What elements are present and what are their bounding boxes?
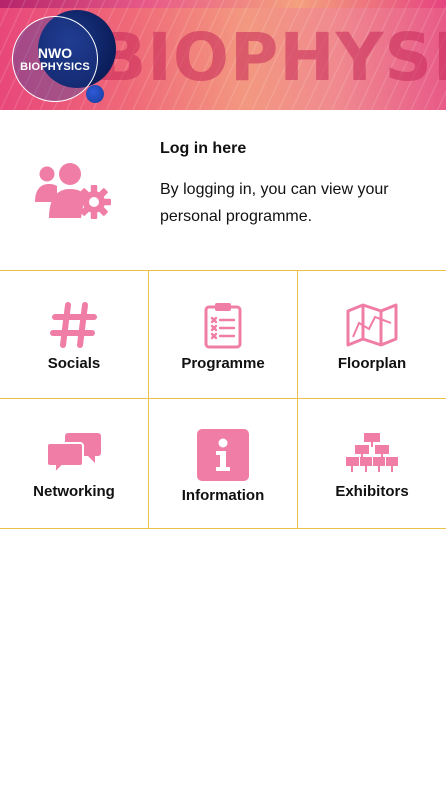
booth-stands-icon	[344, 429, 400, 477]
folded-map-icon	[344, 301, 400, 349]
header-banner: BIOPHYSICS NWO BIOPHYSICS	[0, 0, 446, 110]
tile-label-information: Information	[181, 487, 265, 504]
tile-label-exhibitors: Exhibitors	[335, 483, 409, 500]
login-title: Log in here	[160, 140, 247, 157]
tile-programme[interactable]: Programme	[149, 270, 298, 399]
tile-socials[interactable]: Socials	[0, 270, 149, 399]
logo-text-nwo: NWO	[37, 44, 73, 61]
tile-exhibitors[interactable]: Exhibitors	[298, 399, 446, 529]
tile-label-floorplan: Floorplan	[337, 355, 407, 372]
info-icon	[195, 429, 251, 481]
chat-bubbles-icon	[46, 429, 102, 477]
tile-label-programme: Programme	[181, 355, 265, 372]
logo-text-biophysics: BIOPHYSICS	[20, 60, 90, 73]
login-section[interactable]: Log in here By logging in, you can view …	[0, 110, 446, 270]
hashtag-icon	[46, 301, 102, 349]
banner-bubble-small	[86, 85, 104, 103]
menu-grid: Socials Programme Floorplan Networking I…	[0, 270, 446, 529]
tile-floorplan[interactable]: Floorplan	[298, 270, 446, 399]
tile-label-socials: Socials	[47, 355, 101, 372]
tile-label-networking: Networking	[33, 483, 115, 500]
login-description: By logging in, you can view your persona…	[160, 181, 389, 225]
users-settings-icon	[35, 163, 111, 219]
nwo-biophysics-logo: NWO BIOPHYSICS	[12, 16, 98, 102]
tile-information[interactable]: Information	[149, 399, 298, 529]
clipboard-list-icon	[195, 301, 251, 349]
tile-networking[interactable]: Networking	[0, 399, 149, 529]
banner-wordmark: BIOPHYSICS	[96, 19, 446, 96]
